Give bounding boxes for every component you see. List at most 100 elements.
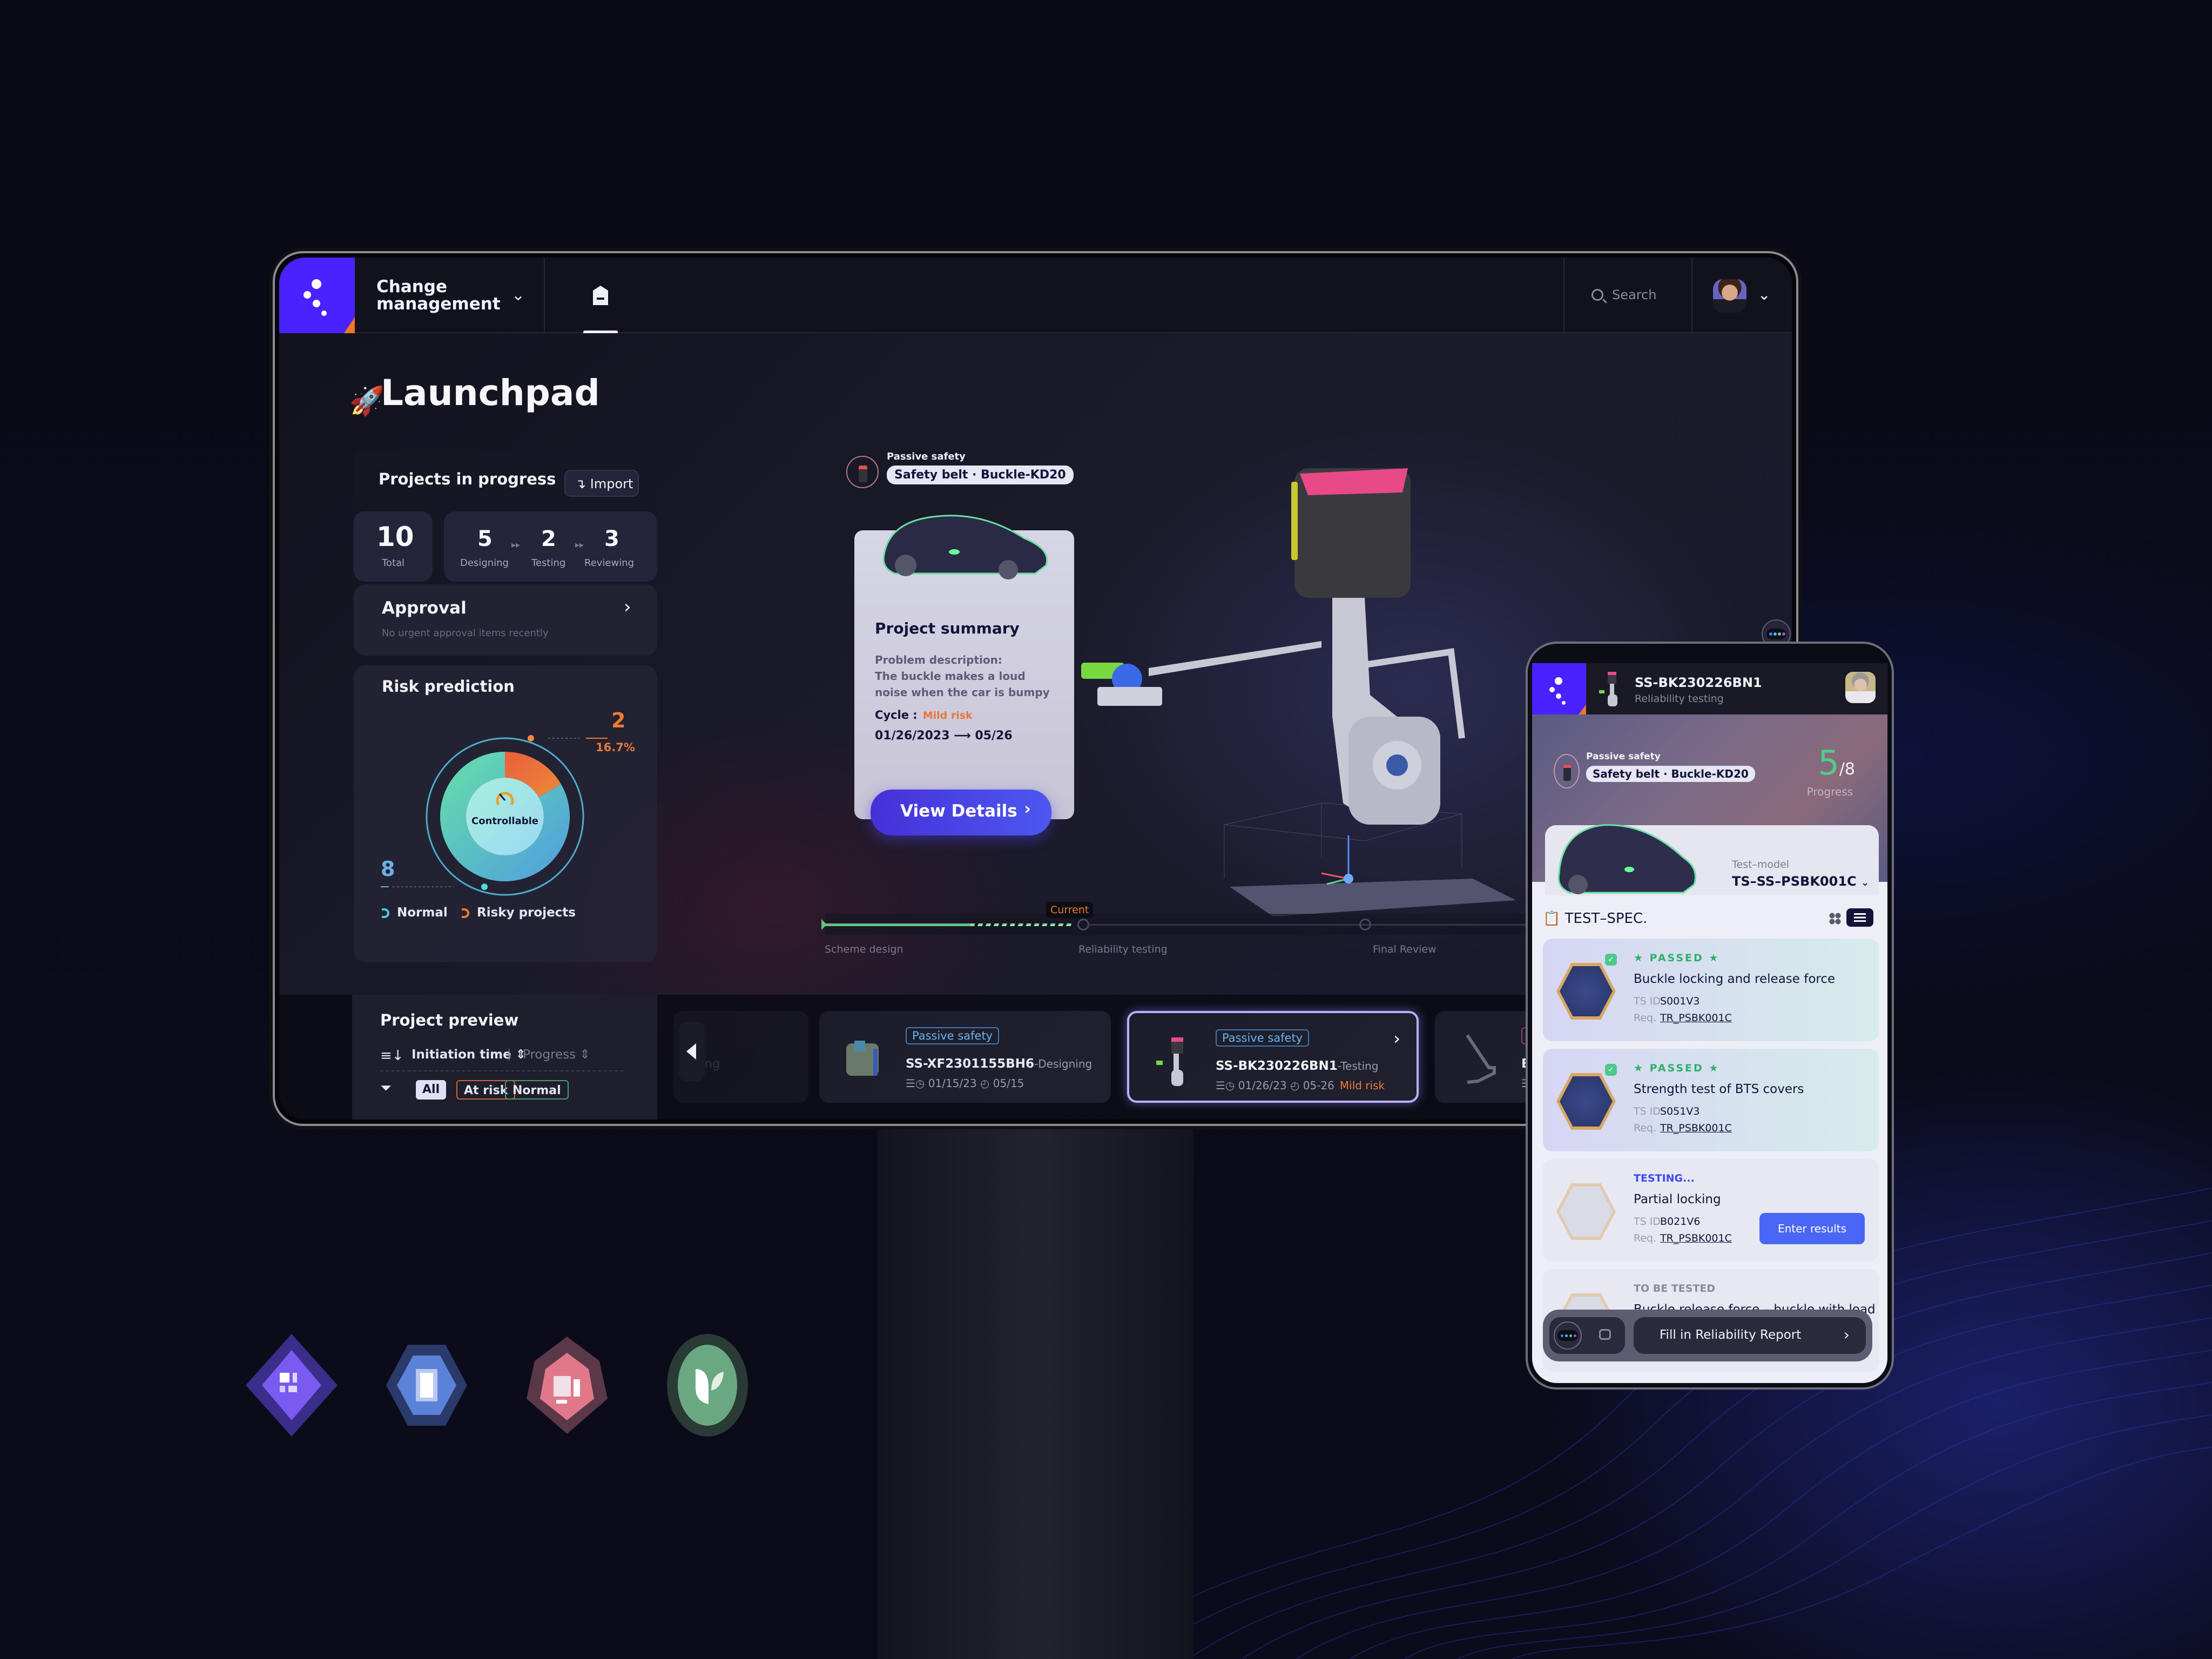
search-box[interactable]: Search — [1575, 258, 1694, 333]
list-view-icon[interactable] — [1846, 908, 1873, 927]
buckle-release — [1291, 482, 1298, 560]
card-title: Projects in progress — [379, 470, 556, 488]
dot — [1561, 1334, 1563, 1337]
stat-label: Total — [382, 557, 405, 569]
test-model-select[interactable]: TS–SS–PSBK001C ⌄ — [1732, 874, 1869, 889]
test-spec-item[interactable]: TESTING... Partial locking TS ID B021V6 … — [1543, 1159, 1879, 1262]
total-projects-stat[interactable]: 10 Total — [354, 511, 433, 582]
cycle-label: Cycle : — [875, 709, 918, 721]
start-date: 01/26/23 — [1238, 1079, 1287, 1092]
normal-marker — [481, 884, 488, 890]
risk-prediction-card: Risk prediction Controllable 2 16.7% 8 N… — [354, 665, 657, 962]
project-dates: ☰◷ 01/15/23 ◴ 05/15 — [906, 1077, 1024, 1090]
project-card-selected[interactable]: Passive safety › SS-BK230226BN1-Testing … — [1127, 1011, 1419, 1103]
sort-label: Initiation time — [412, 1048, 511, 1062]
dot — [1773, 632, 1777, 636]
project-stage: Reliability testing — [1635, 693, 1724, 705]
track-completed — [825, 923, 970, 926]
cycle-row: Cycle : Mild risk — [875, 709, 973, 721]
header-divider — [544, 258, 545, 333]
sort-progress[interactable]: Progress ⇕ — [523, 1048, 590, 1062]
arrow-right-icon: ⟶ — [954, 729, 971, 743]
import-button[interactable]: ↴ Import — [564, 470, 639, 497]
test-spec-item[interactable]: ✓ ★ PASSED ★ Buckle locking and release … — [1543, 939, 1879, 1041]
cycle-risk: Mild risk — [922, 710, 973, 721]
test-name: Partial locking — [1634, 1192, 1721, 1206]
stage-label[interactable]: Reliability testing — [1078, 943, 1168, 955]
ts-id-label: TS ID — [1634, 1216, 1661, 1228]
chevron-right-icon: › — [1024, 799, 1031, 819]
app-switcher-label[interactable]: Change management — [376, 278, 506, 313]
problem-description: Problem description: The buckle makes a … — [875, 652, 1058, 700]
rocket-icon: 🚀 — [349, 385, 385, 417]
active-tab-indicator — [583, 331, 618, 333]
stage-label[interactable]: Final Review — [1373, 943, 1437, 955]
header-divider — [1563, 258, 1564, 333]
tab-home[interactable] — [579, 258, 622, 333]
summary-title: Project summary — [875, 619, 1020, 637]
stat-value[interactable]: 3 — [604, 527, 619, 551]
app-logo[interactable] — [1532, 663, 1586, 714]
part-thumbnail — [1466, 1034, 1496, 1084]
sort-divider: | — [507, 1048, 511, 1061]
sort-toggle-icon: ⇕ — [579, 1048, 590, 1062]
stat-value[interactable]: 2 — [541, 527, 556, 551]
mobile-header: SS-BK230226BN1 Reliability testing — [1532, 663, 1887, 714]
ts-id-label: TS ID — [1634, 1105, 1661, 1117]
carousel-prev-button[interactable] — [679, 1022, 705, 1081]
description-text: The buckle makes a loud noise when the c… — [875, 670, 1050, 699]
app-logo[interactable] — [279, 258, 355, 333]
start-clock-icon: ☰◷ — [906, 1077, 928, 1090]
project-card[interactable]: Passive safety SS-XF2301155BH6-Designing… — [819, 1011, 1111, 1103]
divider — [380, 1070, 623, 1071]
connector-housing — [1097, 687, 1162, 706]
filter-normal[interactable]: Normal — [505, 1080, 569, 1100]
stat-label: Designing — [460, 557, 509, 569]
user-avatar[interactable] — [1713, 279, 1746, 313]
cycle-dates: 01/26/2023 ⟶ 05/26 — [875, 729, 1013, 743]
preview-controls: Project preview ≡↓ Initiation time ⇕ | P… — [352, 995, 657, 1120]
enter-results-button[interactable]: Enter results — [1759, 1213, 1865, 1244]
req-link[interactable]: TR_PSBK001C — [1660, 1122, 1732, 1134]
stage-node[interactable] — [1359, 919, 1371, 930]
page-title: Launchpad — [381, 372, 600, 414]
legend-item-normal: Normal — [382, 906, 448, 920]
ts-id-label: TS ID — [1634, 995, 1661, 1007]
part-thumbnail — [1156, 1037, 1183, 1086]
req-link[interactable]: TR_PSBK001C — [1660, 1012, 1732, 1024]
chat-icon[interactable] — [1599, 1329, 1611, 1340]
select-value: TS–SS–PSBK001C — [1732, 874, 1857, 889]
project-id: SS-XF2301155BH6-Designing — [906, 1057, 1092, 1071]
chevron-down-icon[interactable]: ⌄ — [511, 286, 525, 305]
start-clock-icon: ☰◷ — [1216, 1079, 1238, 1092]
stage-label[interactable]: Scheme design — [825, 943, 903, 955]
view-details-button[interactable]: View Details › — [871, 790, 1051, 835]
stage-node[interactable] — [1077, 919, 1089, 930]
approval-title: Approval — [382, 598, 467, 618]
grid-view-icon[interactable] — [1829, 913, 1841, 925]
stat-value[interactable]: 5 — [477, 527, 493, 551]
stat-label: Testing — [531, 557, 566, 569]
fill-report-button[interactable]: Fill in Reliability Report › — [1634, 1317, 1866, 1354]
legend-label: Normal — [397, 906, 448, 920]
search-icon — [1591, 289, 1603, 301]
approval-card[interactable]: Approval No urgent approval items recent… — [354, 584, 657, 656]
dashboard-gem-icon — [246, 1334, 338, 1437]
start-date: 01/15/23 — [928, 1077, 977, 1090]
track-in-progress — [970, 923, 1073, 926]
filter-all[interactable]: All — [416, 1080, 447, 1100]
user-avatar[interactable] — [1845, 672, 1876, 703]
ai-assistant-button[interactable] — [1554, 1321, 1582, 1350]
chevron-down-icon[interactable]: ⌄ — [1758, 286, 1770, 304]
preview-title: Project preview — [380, 1011, 519, 1029]
risky-percent: 16.7% — [596, 741, 635, 754]
legend-swatch — [462, 908, 469, 918]
dot — [1565, 1334, 1568, 1337]
legend-label: Risky projects — [477, 906, 576, 920]
button-label: Fill in Reliability Report — [1660, 1328, 1802, 1342]
req-link[interactable]: TR_PSBK001C — [1660, 1232, 1732, 1244]
test-spec-item[interactable]: ✓ ★ PASSED ★ Strength test of BTS covers… — [1543, 1049, 1879, 1151]
progress-total: /8 — [1839, 760, 1855, 779]
part-name-badge: Safety belt · Buckle-KD20 — [1586, 766, 1755, 782]
mobile-device: SS-BK230226BN1 Reliability testing Passi… — [1526, 642, 1894, 1390]
